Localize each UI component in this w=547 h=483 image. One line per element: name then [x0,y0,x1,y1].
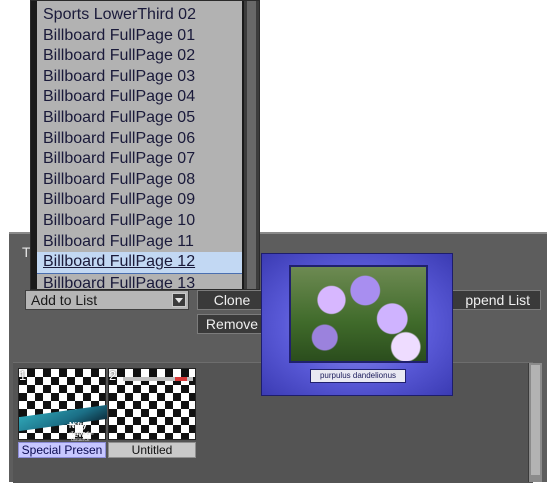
list-item-label: Billboard FullPage 12 [43,253,196,271]
list-item[interactable]: Billboard FullPage 13 [37,274,242,289]
preview-caption: purpulus dandelionus [310,369,406,383]
thumbnail-number: 1 [19,368,27,383]
add-to-list-value: Add to List [31,292,98,308]
list-item[interactable]: Billboard FullPage 01 [37,26,242,47]
template-dropdown[interactable]: Sports LowerThird 02 Billboard FullPage … [30,0,260,290]
thumbnail-image[interactable]: Nifty news Text in the distance [18,368,107,443]
add-to-list-select[interactable]: Add to List [25,290,189,310]
list-item[interactable]: Billboard FullPage 10 [37,211,242,232]
remove-button[interactable]: Remove [197,314,267,334]
clone-button[interactable]: Clone [197,290,267,310]
preview-image [289,265,428,363]
dropdown-scrollbar-thumb[interactable] [247,1,256,289]
list-item[interactable]: Sports LowerThird 02 [37,5,242,26]
list-item[interactable]: Billboard FullPage 06 [37,129,242,150]
list-item[interactable]: Billboard FullPage 08 [37,170,242,191]
tray-scrollbar-thumb[interactable] [531,365,540,475]
thumbnail-caption[interactable]: Special Presen [18,442,106,458]
tray-scrollbar[interactable] [528,363,542,482]
list-item[interactable]: Billboard FullPage 09 [37,190,242,211]
thumbnail-number: 2 [109,368,117,383]
thumbnail-item[interactable]: 2 Untitled [108,368,196,458]
graphic-bar-accent [175,377,187,381]
list-item[interactable]: Billboard FullPage 11 [37,232,242,253]
list-item[interactable]: Billboard FullPage 04 [37,87,242,108]
template-list[interactable]: Sports LowerThird 02 Billboard FullPage … [37,1,242,289]
list-item[interactable]: Billboard FullPage 02 [37,46,242,67]
preview-popup: purpulus dandelionus [261,253,453,396]
chevron-down-icon[interactable] [172,293,186,307]
list-item[interactable]: Billboard FullPage 05 [37,108,242,129]
list-item[interactable]: Billboard FullPage 03 [37,67,242,88]
list-item[interactable]: Billboard FullPage 07 [37,149,242,170]
dropdown-scrollbar[interactable] [244,1,259,289]
append-list-button[interactable]: ppend List [441,290,541,310]
thumbnail-caption[interactable]: Untitled [108,442,196,458]
thumbnail-image[interactable] [108,368,196,440]
list-item-selected[interactable]: Billboard FullPage 12 [37,252,242,274]
thumbnail-item[interactable]: Nifty news Text in the distance 1 Specia… [18,368,107,458]
